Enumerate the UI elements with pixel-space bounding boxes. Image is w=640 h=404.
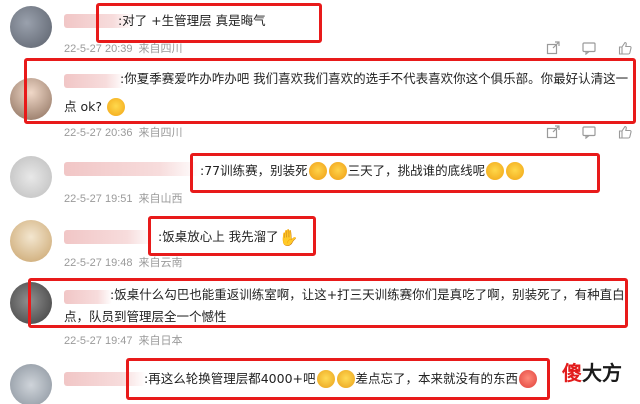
highlight-box: [190, 153, 600, 193]
comment-actions: [546, 125, 632, 139]
watermark-red-char: 傻: [562, 361, 582, 385]
comment-source: 来自四川: [138, 43, 183, 55]
highlight-box: [126, 358, 550, 400]
comment-date: 22-5-27 20:39: [64, 43, 133, 55]
comment-date: 22-5-27 19:48: [64, 257, 133, 269]
avatar[interactable]: [10, 220, 52, 262]
comment-meta: 22-5-27 20:36 来自四川: [64, 124, 183, 140]
comment-source: 来自云南: [138, 257, 183, 269]
comment-meta: 22-5-27 19:47 来自日本: [64, 332, 183, 348]
share-icon[interactable]: [546, 41, 560, 55]
comment-icon[interactable]: [582, 125, 596, 139]
comment-source: 来自日本: [138, 335, 183, 347]
thumbs-up-icon[interactable]: [618, 125, 632, 139]
username-redacted[interactable]: [64, 230, 154, 244]
comment-meta: 22-5-27 19:48 来自云南: [64, 254, 183, 270]
thumbs-up-icon[interactable]: [618, 41, 632, 55]
comment-date: 22-5-27 20:36: [64, 127, 133, 139]
highlight-box: [24, 58, 636, 124]
share-icon[interactable]: [546, 125, 560, 139]
comment-date: 22-5-27 19:51: [64, 193, 133, 205]
username-redacted[interactable]: [64, 162, 200, 176]
comment-date: 22-5-27 19:47: [64, 335, 133, 347]
avatar[interactable]: [10, 364, 52, 404]
comment-item: :再这么轮换管理层都4000+吧 差点忘了，本来就没有的东西: [0, 350, 640, 404]
avatar[interactable]: [10, 156, 52, 198]
avatar[interactable]: [10, 6, 52, 48]
comment-item: :对了 +生管理层 真是晦气 22-5-27 20:39 来自四川: [0, 0, 640, 62]
comment-meta: 22-5-27 19:51 来自山西: [64, 190, 183, 206]
comment-item: :77训练赛，别装死 三天了，挑战谁的底线呢 22-5-27 19:51 来自山西: [0, 148, 640, 208]
highlight-box: [28, 278, 628, 328]
highlight-box: [96, 3, 322, 43]
comment-item: :饭桌放心上 我先溜了✋ 22-5-27 19:48 来自云南: [0, 208, 640, 270]
comment-source: 来自四川: [138, 127, 183, 139]
watermark-rest: 大方: [582, 361, 622, 385]
comment-item: :饭桌什么勾巴也能重返训练室啊，让这+打三天训练赛你们是真吃了啊，别装死了，有种…: [0, 276, 640, 348]
comment-icon[interactable]: [582, 41, 596, 55]
watermark: 傻大方: [562, 357, 622, 386]
highlight-box: [148, 216, 316, 256]
comment-actions: [546, 41, 632, 55]
comment-item: :你夏季赛爱咋办咋办吧 我们喜欢我们喜欢的选手不代表喜欢你这个俱乐部。你最好认清…: [0, 58, 640, 144]
comment-source: 来自山西: [138, 193, 183, 205]
